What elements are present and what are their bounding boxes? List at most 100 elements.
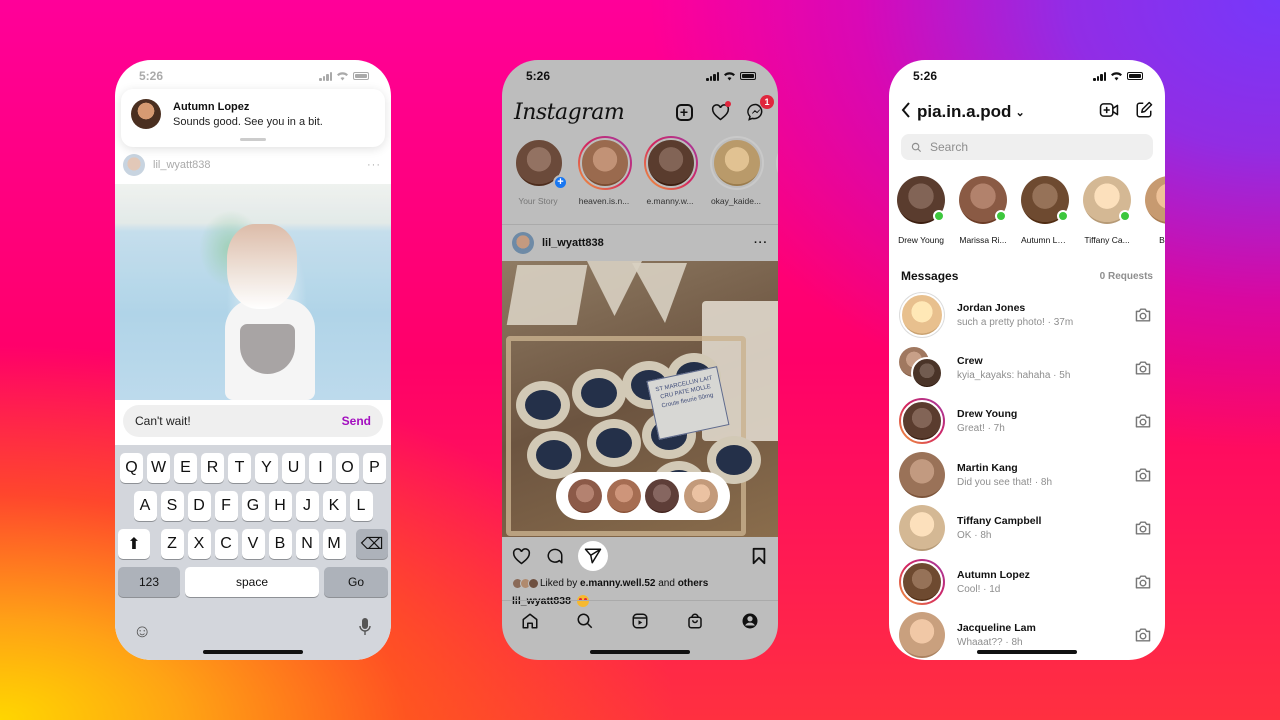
activity-button[interactable] bbox=[710, 101, 731, 122]
key-c[interactable]: C bbox=[214, 529, 238, 559]
key-z[interactable]: Z bbox=[160, 529, 184, 559]
post-user-avatar[interactable] bbox=[512, 232, 534, 254]
account-switcher[interactable]: pia.in.a.pod bbox=[917, 102, 1011, 122]
thread-row[interactable]: Jordan Jones such a pretty photo! · 37m bbox=[889, 288, 1165, 341]
microphone-icon[interactable] bbox=[359, 617, 371, 642]
more-options-icon[interactable]: ··· bbox=[367, 159, 381, 171]
key-s[interactable]: S bbox=[160, 491, 184, 521]
key-j[interactable]: J bbox=[295, 491, 319, 521]
camera-icon bbox=[1135, 468, 1151, 482]
requests-link[interactable]: 0 Requests bbox=[1100, 271, 1153, 282]
shift-key[interactable]: ⬆ bbox=[118, 529, 150, 559]
delete-key[interactable]: ⌫ bbox=[356, 529, 388, 559]
thread-row[interactable]: Autumn Lopez Cool! · 1d bbox=[889, 555, 1165, 608]
add-story-icon[interactable]: + bbox=[553, 175, 568, 190]
new-message-button[interactable] bbox=[1135, 101, 1153, 124]
more-options-icon[interactable]: ··· bbox=[754, 237, 768, 249]
story-avatar bbox=[646, 138, 696, 188]
active-friend[interactable]: Tiffany Ca... bbox=[1083, 176, 1131, 268]
key-f[interactable]: F bbox=[214, 491, 238, 521]
key-k[interactable]: K bbox=[322, 491, 346, 521]
share-recipient-avatar[interactable] bbox=[606, 479, 641, 513]
chevron-down-icon[interactable]: ⌄ bbox=[1015, 106, 1024, 119]
active-friend[interactable]: Brian bbox=[1145, 176, 1165, 268]
key-u[interactable]: U bbox=[282, 453, 305, 483]
key-q[interactable]: Q bbox=[120, 453, 143, 483]
tab-search[interactable] bbox=[574, 610, 596, 632]
send-button[interactable]: Send bbox=[342, 414, 371, 428]
thread-avatar bbox=[899, 291, 945, 338]
key-w[interactable]: W bbox=[147, 453, 170, 483]
space-key[interactable]: space bbox=[185, 567, 319, 597]
tab-home[interactable] bbox=[519, 610, 541, 632]
messenger-button[interactable]: 1 bbox=[746, 95, 774, 122]
like-button[interactable] bbox=[510, 545, 532, 567]
comment-button[interactable] bbox=[544, 545, 566, 567]
camera-button[interactable] bbox=[1133, 305, 1153, 325]
key-m[interactable]: M bbox=[322, 529, 346, 559]
back-button[interactable] bbox=[901, 101, 911, 124]
new-video-call-button[interactable] bbox=[1099, 101, 1119, 124]
thread-preview: Whaaat?? · 8h bbox=[957, 637, 1023, 649]
reply-input[interactable]: Can't wait! Send bbox=[123, 405, 383, 437]
key-n[interactable]: N bbox=[295, 529, 319, 559]
post-username[interactable]: lil_wyatt838 bbox=[542, 237, 604, 249]
thread-row[interactable]: Drew Young Great! · 7h bbox=[889, 395, 1165, 448]
thread-row[interactable]: Tiffany Campbell OK · 8h bbox=[889, 502, 1165, 555]
share-button[interactable] bbox=[578, 541, 608, 571]
key-i[interactable]: I bbox=[309, 453, 332, 483]
story-item[interactable]: e.manny.w... bbox=[644, 136, 698, 224]
tab-shop[interactable] bbox=[684, 610, 706, 632]
key-d[interactable]: D bbox=[187, 491, 211, 521]
thread-avatar bbox=[899, 398, 945, 445]
instagram-logo[interactable]: Instagram bbox=[514, 100, 625, 125]
liked-by-user[interactable]: e.manny.well.52 bbox=[580, 578, 655, 589]
camera-button[interactable] bbox=[1133, 411, 1153, 431]
key-b[interactable]: B bbox=[268, 529, 292, 559]
key-v[interactable]: V bbox=[241, 529, 265, 559]
story-item[interactable]: heaven.is.n... bbox=[578, 136, 632, 224]
post-user-avatar[interactable] bbox=[123, 154, 145, 176]
camera-button[interactable] bbox=[1133, 465, 1153, 485]
go-key[interactable]: Go bbox=[324, 567, 388, 597]
tab-reels[interactable] bbox=[629, 610, 651, 632]
active-friend[interactable]: Marissa Ri... bbox=[959, 176, 1007, 268]
camera-button[interactable] bbox=[1133, 625, 1153, 645]
camera-button[interactable] bbox=[1133, 518, 1153, 538]
numbers-key[interactable]: 123 bbox=[118, 567, 180, 597]
post-username[interactable]: lil_wyatt838 bbox=[153, 159, 210, 171]
key-a[interactable]: A bbox=[133, 491, 157, 521]
thread-row[interactable]: Martin Kang Did you see that! · 8h bbox=[889, 448, 1165, 501]
emoji-icon[interactable]: ☺ bbox=[133, 621, 151, 642]
likes-summary[interactable]: Liked by e.manny.well.52 and others bbox=[502, 575, 778, 591]
story-item[interactable]: sunfl... bbox=[776, 136, 778, 224]
reply-text[interactable]: Can't wait! bbox=[135, 414, 191, 428]
camera-button[interactable] bbox=[1133, 572, 1153, 592]
key-t[interactable]: T bbox=[228, 453, 251, 483]
create-post-button[interactable]: + bbox=[674, 102, 694, 122]
message-notification[interactable]: Autumn Lopez Sounds good. See you in a b… bbox=[121, 89, 385, 147]
drag-handle[interactable] bbox=[240, 138, 266, 141]
key-o[interactable]: O bbox=[336, 453, 359, 483]
active-friend[interactable]: Autumn Lopez bbox=[1021, 176, 1069, 268]
key-y[interactable]: Y bbox=[255, 453, 278, 483]
tab-profile[interactable] bbox=[739, 610, 761, 632]
key-x[interactable]: X bbox=[187, 529, 211, 559]
active-friend[interactable]: Drew Young bbox=[897, 176, 945, 268]
thread-row[interactable]: Crew kyia_kayaks: hahaha · 5h bbox=[889, 341, 1165, 394]
story-item[interactable]: + Your Story bbox=[512, 136, 568, 224]
key-e[interactable]: E bbox=[174, 453, 197, 483]
key-l[interactable]: L bbox=[349, 491, 373, 521]
share-recipient-avatar[interactable] bbox=[568, 479, 603, 513]
share-recipient-avatar[interactable] bbox=[683, 479, 718, 513]
key-p[interactable]: P bbox=[363, 453, 386, 483]
save-button[interactable] bbox=[748, 545, 770, 567]
search-input[interactable]: Search bbox=[901, 134, 1153, 160]
key-h[interactable]: H bbox=[268, 491, 292, 521]
story-item[interactable]: okay_kaide... bbox=[710, 136, 764, 224]
share-recipient-avatar[interactable] bbox=[645, 479, 680, 513]
liked-by-others[interactable]: others bbox=[678, 578, 709, 589]
key-g[interactable]: G bbox=[241, 491, 265, 521]
camera-button[interactable] bbox=[1133, 358, 1153, 378]
key-r[interactable]: R bbox=[201, 453, 224, 483]
